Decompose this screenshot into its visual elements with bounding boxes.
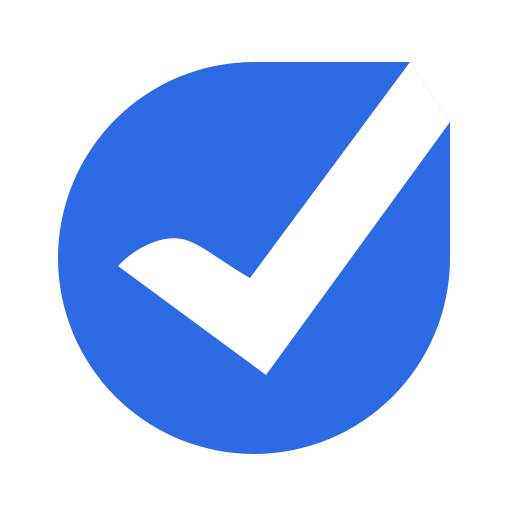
app-icon-canvas: [0, 0, 512, 512]
checkmark-badge-icon: [58, 62, 450, 454]
